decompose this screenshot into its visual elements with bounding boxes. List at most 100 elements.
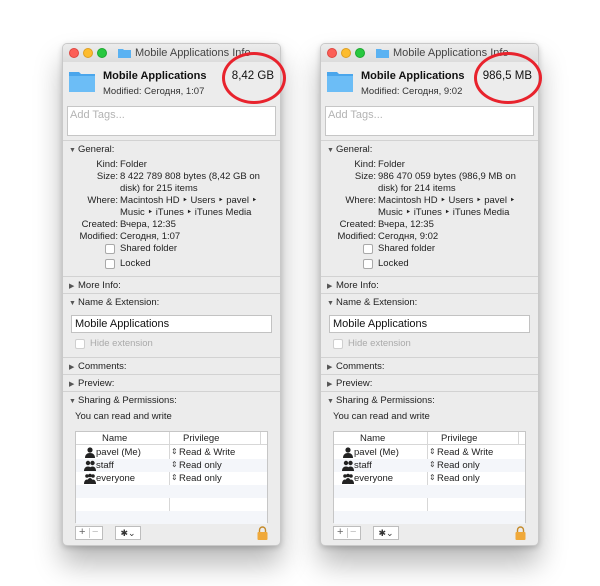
close-button[interactable] (327, 48, 337, 58)
sharing-note: You can read and write (75, 411, 172, 422)
section-comments-header[interactable]: ▶ Comments: (69, 361, 127, 372)
updown-icon: ⇕ (171, 460, 178, 469)
item-name: Mobile Applications (361, 70, 465, 82)
highlight-circle-right (474, 52, 542, 104)
gear-icon: ✱⌄ (378, 528, 394, 538)
header-modified: Modified: Сегодня, 1:07 (103, 86, 205, 97)
table-row (76, 485, 267, 498)
section-general-header[interactable]: ▼ General: (69, 144, 114, 155)
disclosure-open-icon: ▼ (69, 398, 76, 405)
updown-icon: ⇕ (429, 473, 436, 482)
minus-icon[interactable]: − (92, 526, 98, 538)
lock-icon[interactable] (257, 526, 268, 540)
action-menu-button[interactable]: ✱⌄ (115, 526, 141, 540)
column-privilege[interactable]: Privilege (183, 433, 219, 444)
updown-icon: ⇕ (171, 473, 178, 482)
folder-icon (69, 72, 95, 92)
section-sharing: ▼ Sharing & Permissions: (63, 391, 280, 406)
hide-extension-checkbox[interactable]: Hide extension (333, 338, 411, 349)
locked-checkbox[interactable]: Locked (105, 258, 151, 269)
column-name[interactable]: Name (102, 433, 127, 444)
header-modified: Modified: Сегодня, 9:02 (361, 86, 463, 97)
tags-field[interactable]: Add Tags... (325, 106, 534, 136)
disclosure-closed-icon: ▶ (327, 283, 333, 290)
section-general-header[interactable]: ▼ General: (327, 144, 372, 155)
disclosure-open-icon: ▼ (69, 300, 76, 307)
section-more-info: ▶ More Info: (321, 276, 538, 291)
info-window-left: Mobile Applications Info Mobile Applicat… (62, 43, 281, 546)
permissions-table: Name Privilege pavel (Me) ⇕ Read & Write… (333, 431, 526, 524)
tags-placeholder: Add Tags... (328, 109, 383, 121)
shared-folder-checkbox[interactable]: Shared folder (105, 243, 177, 254)
table-row[interactable]: everyone ⇕ Read only (76, 472, 267, 485)
group-icon (342, 460, 354, 471)
section-sharing-header[interactable]: ▼ Sharing & Permissions: (327, 395, 435, 406)
add-remove-buttons[interactable]: + − (333, 526, 361, 540)
lock-icon[interactable] (515, 526, 526, 540)
section-preview: ▶ Preview: (63, 374, 280, 389)
close-button[interactable] (69, 48, 79, 58)
plus-icon[interactable]: + (79, 526, 85, 538)
sharing-note: You can read and write (333, 411, 430, 422)
section-more-info: ▶ More Info: (63, 276, 280, 291)
table-row[interactable]: everyone ⇕ Read only (334, 472, 525, 485)
table-row (76, 511, 267, 524)
action-menu-button[interactable]: ✱⌄ (373, 526, 399, 540)
hide-extension-checkbox[interactable]: Hide extension (75, 338, 153, 349)
minus-icon[interactable]: − (350, 526, 356, 538)
info-window-right: Mobile Applications Info Mobile Applicat… (320, 43, 539, 546)
folder-icon (376, 49, 389, 58)
section-sharing: ▼ Sharing & Permissions: (321, 391, 538, 406)
disclosure-open-icon: ▼ (69, 147, 76, 154)
table-row[interactable]: pavel (Me) ⇕ Read & Write (334, 446, 525, 459)
add-remove-buttons[interactable]: + − (75, 526, 103, 540)
section-comments: ▶ Comments: (63, 357, 280, 372)
table-row[interactable]: staff ⇕ Read only (334, 459, 525, 472)
section-name-extension-header[interactable]: ▼ Name & Extension: (69, 297, 159, 308)
section-general: ▼ General: (321, 140, 538, 155)
everyone-icon (342, 473, 354, 484)
table-row[interactable]: staff ⇕ Read only (76, 459, 267, 472)
permissions-header: Name Privilege (76, 432, 267, 445)
disclosure-closed-icon: ▶ (69, 283, 75, 290)
section-preview-header[interactable]: ▶ Preview: (327, 378, 372, 389)
zoom-button[interactable] (355, 48, 365, 58)
tags-placeholder: Add Tags... (70, 109, 125, 121)
section-name-extension: ▼ Name & Extension: (63, 293, 280, 308)
group-icon (84, 460, 96, 471)
name-field[interactable]: Mobile Applications (71, 315, 272, 333)
name-field[interactable]: Mobile Applications (329, 315, 530, 333)
section-sharing-header[interactable]: ▼ Sharing & Permissions: (69, 395, 177, 406)
zoom-button[interactable] (97, 48, 107, 58)
tags-field[interactable]: Add Tags... (67, 106, 276, 136)
section-name-extension-header[interactable]: ▼ Name & Extension: (327, 297, 417, 308)
section-more-info-header[interactable]: ▶ More Info: (69, 280, 121, 291)
column-privilege[interactable]: Privilege (441, 433, 477, 444)
table-row (334, 511, 525, 524)
folder-icon (118, 49, 131, 58)
disclosure-open-icon: ▼ (327, 300, 334, 307)
item-name: Mobile Applications (103, 70, 207, 82)
table-row (334, 485, 525, 498)
plus-icon[interactable]: + (337, 526, 343, 538)
section-name-extension: ▼ Name & Extension: (321, 293, 538, 308)
disclosure-open-icon: ▼ (327, 398, 334, 405)
disclosure-closed-icon: ▶ (69, 364, 75, 371)
disclosure-closed-icon: ▶ (327, 381, 333, 388)
locked-checkbox[interactable]: Locked (363, 258, 409, 269)
updown-icon: ⇕ (429, 460, 436, 469)
section-preview-header[interactable]: ▶ Preview: (69, 378, 114, 389)
disclosure-closed-icon: ▶ (69, 381, 75, 388)
permissions-header: Name Privilege (334, 432, 525, 445)
minimize-button[interactable] (83, 48, 93, 58)
table-row[interactable]: pavel (Me) ⇕ Read & Write (76, 446, 267, 459)
section-more-info-header[interactable]: ▶ More Info: (327, 280, 379, 291)
minimize-button[interactable] (341, 48, 351, 58)
shared-folder-checkbox[interactable]: Shared folder (363, 243, 435, 254)
column-name[interactable]: Name (360, 433, 385, 444)
section-comments-header[interactable]: ▶ Comments: (327, 361, 385, 372)
permissions-toolbar: + − ✱⌄ (333, 526, 532, 542)
disclosure-open-icon: ▼ (327, 147, 334, 154)
everyone-icon (84, 473, 96, 484)
user-icon (343, 447, 353, 458)
